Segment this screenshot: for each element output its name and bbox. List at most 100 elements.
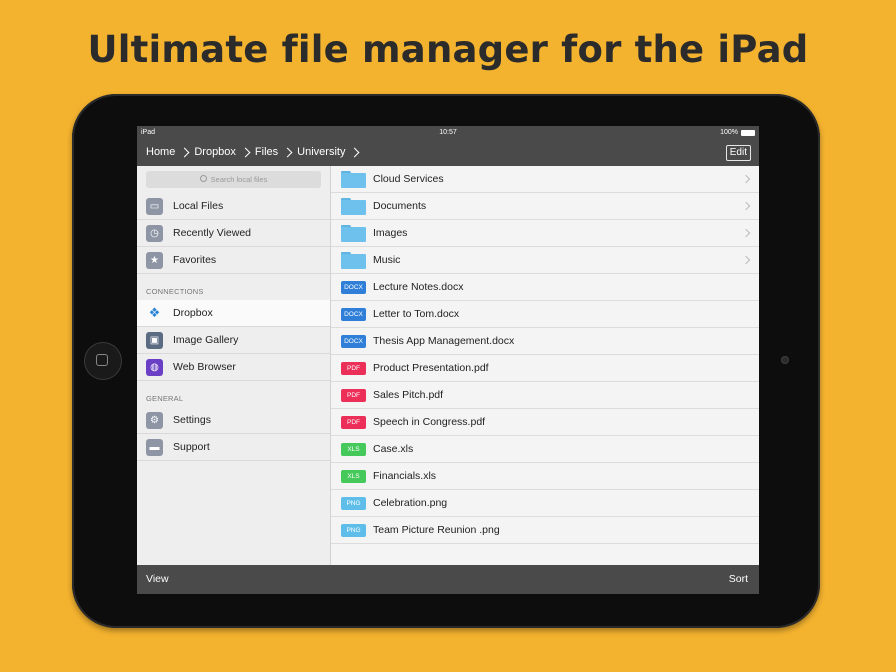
- xls-badge-icon: XLS: [341, 469, 366, 483]
- chat-icon: ▬: [146, 438, 163, 456]
- bottom-toolbar: View Sort: [137, 565, 759, 594]
- clock: 10:57: [439, 129, 457, 136]
- sidebar-item-label: Settings: [173, 414, 211, 426]
- sidebar-item-label: Dropbox: [173, 307, 213, 319]
- navigation-bar: Home Dropbox Files University Edit: [137, 140, 759, 166]
- sidebar-item-favorites[interactable]: ★ Favorites: [137, 247, 330, 274]
- list-item-file[interactable]: PDF Product Presentation.pdf: [331, 355, 759, 382]
- section-header-connections: CONNECTIONS: [146, 287, 204, 296]
- file-name: Letter to Tom.docx: [373, 308, 460, 320]
- sidebar-item-local-files[interactable]: ▭ Local Files: [137, 193, 330, 220]
- battery-icon: [741, 129, 755, 136]
- chevron-right-icon: [350, 147, 360, 157]
- png-badge-icon: PNG: [341, 523, 366, 537]
- list-item-file[interactable]: PDF Speech in Congress.pdf: [331, 409, 759, 436]
- sidebar-item-label: Favorites: [173, 254, 217, 266]
- list-item-folder[interactable]: Cloud Services: [331, 166, 759, 193]
- docx-badge-icon: DOCX: [341, 280, 366, 294]
- star-icon: ★: [146, 251, 163, 269]
- file-name: Sales Pitch.pdf: [373, 389, 444, 401]
- search-icon: [199, 175, 207, 182]
- camera-icon: [781, 356, 789, 364]
- breadcrumb: Home Dropbox Files University: [146, 146, 364, 158]
- list-item-file[interactable]: XLS Financials.xls: [331, 463, 759, 490]
- section-header-general: GENERAL: [146, 394, 184, 403]
- view-button[interactable]: View: [146, 573, 169, 585]
- breadcrumb-files[interactable]: Files: [255, 146, 278, 158]
- folder-icon: ▭: [146, 197, 163, 215]
- folder-icon: [341, 251, 366, 269]
- file-name: Lecture Notes.docx: [373, 281, 464, 293]
- folder-icon: [341, 224, 366, 242]
- sidebar: Search local files ▭ Local Files ◷ Recen…: [137, 166, 331, 565]
- file-name: Thesis App Management.docx: [373, 335, 515, 347]
- file-name: Speech in Congress.pdf: [373, 416, 486, 428]
- breadcrumb-home[interactable]: Home: [146, 146, 175, 158]
- pdf-badge-icon: PDF: [341, 361, 366, 375]
- sidebar-item-web-browser[interactable]: ◍ Web Browser: [137, 354, 330, 381]
- sidebar-item-recently-viewed[interactable]: ◷ Recently Viewed: [137, 220, 330, 247]
- xls-badge-icon: XLS: [341, 442, 366, 456]
- chevron-right-icon: [741, 201, 751, 211]
- globe-icon: ◍: [146, 358, 163, 376]
- home-button[interactable]: [84, 342, 122, 380]
- list-item-folder[interactable]: Images: [331, 220, 759, 247]
- chevron-right-icon: [179, 147, 190, 157]
- sidebar-item-label: Web Browser: [173, 361, 236, 373]
- file-name: Product Presentation.pdf: [373, 362, 489, 374]
- sort-button[interactable]: Sort: [729, 573, 748, 585]
- file-name: Images: [373, 227, 408, 239]
- chevron-right-icon: [741, 228, 751, 238]
- list-item-folder[interactable]: Music: [331, 247, 759, 274]
- sidebar-item-image-gallery[interactable]: ▣ Image Gallery: [137, 327, 330, 354]
- chevron-right-icon: [741, 174, 751, 184]
- png-badge-icon: PNG: [341, 496, 366, 510]
- pdf-badge-icon: PDF: [341, 388, 366, 402]
- chevron-right-icon: [741, 255, 751, 265]
- file-name: Financials.xls: [373, 470, 437, 482]
- list-item-file[interactable]: DOCX Letter to Tom.docx: [331, 301, 759, 328]
- file-name: Celebration.png: [373, 497, 448, 509]
- sidebar-item-label: Support: [173, 441, 210, 453]
- status-bar: iPad 10:57 100%: [137, 126, 759, 140]
- sidebar-item-settings[interactable]: ⚙ Settings: [137, 407, 330, 434]
- sidebar-item-label: Image Gallery: [173, 334, 239, 346]
- chevron-right-icon: [240, 147, 251, 157]
- list-item-file[interactable]: XLS Case.xls: [331, 436, 759, 463]
- list-item-file[interactable]: DOCX Thesis App Management.docx: [331, 328, 759, 355]
- image-icon: ▣: [146, 331, 163, 349]
- search-placeholder: Search local files: [210, 175, 268, 184]
- battery-percent: 100%: [720, 129, 738, 136]
- list-item-file[interactable]: DOCX Lecture Notes.docx: [331, 274, 759, 301]
- dropbox-icon: ❖: [148, 305, 161, 320]
- app-screen: iPad 10:57 100% Home Dropbox Files Unive…: [137, 126, 759, 594]
- docx-badge-icon: DOCX: [341, 307, 366, 321]
- file-name: Music: [373, 254, 401, 266]
- list-item-file[interactable]: PNG Team Picture Reunion .png: [331, 517, 759, 544]
- headline: Ultimate file manager for the iPad: [87, 28, 809, 71]
- battery-indicator: 100%: [720, 129, 755, 136]
- sidebar-item-support[interactable]: ▬ Support: [137, 434, 330, 461]
- breadcrumb-university[interactable]: University: [297, 146, 345, 158]
- sidebar-item-label: Local Files: [173, 200, 224, 212]
- file-name: Case.xls: [373, 443, 414, 455]
- list-item-file[interactable]: PDF Sales Pitch.pdf: [331, 382, 759, 409]
- gear-icon: ⚙: [146, 411, 163, 429]
- sidebar-item-dropbox[interactable]: ❖ Dropbox: [137, 300, 330, 327]
- file-name: Documents: [373, 200, 427, 212]
- pdf-badge-icon: PDF: [341, 415, 366, 429]
- breadcrumb-dropbox[interactable]: Dropbox: [194, 146, 236, 158]
- chevron-right-icon: [282, 147, 293, 157]
- file-name: Cloud Services: [373, 173, 444, 185]
- list-item-folder[interactable]: Documents: [331, 193, 759, 220]
- search-input[interactable]: Search local files: [146, 171, 321, 188]
- folder-icon: [341, 197, 366, 215]
- docx-badge-icon: DOCX: [341, 334, 366, 348]
- sidebar-item-label: Recently Viewed: [173, 227, 252, 239]
- folder-icon: [341, 170, 366, 188]
- file-name: Team Picture Reunion .png: [373, 524, 500, 536]
- edit-button[interactable]: Edit: [725, 145, 751, 161]
- clock-icon: ◷: [146, 224, 163, 242]
- list-item-file[interactable]: PNG Celebration.png: [331, 490, 759, 517]
- file-list: Cloud Services Documents Images Music DO…: [331, 166, 759, 565]
